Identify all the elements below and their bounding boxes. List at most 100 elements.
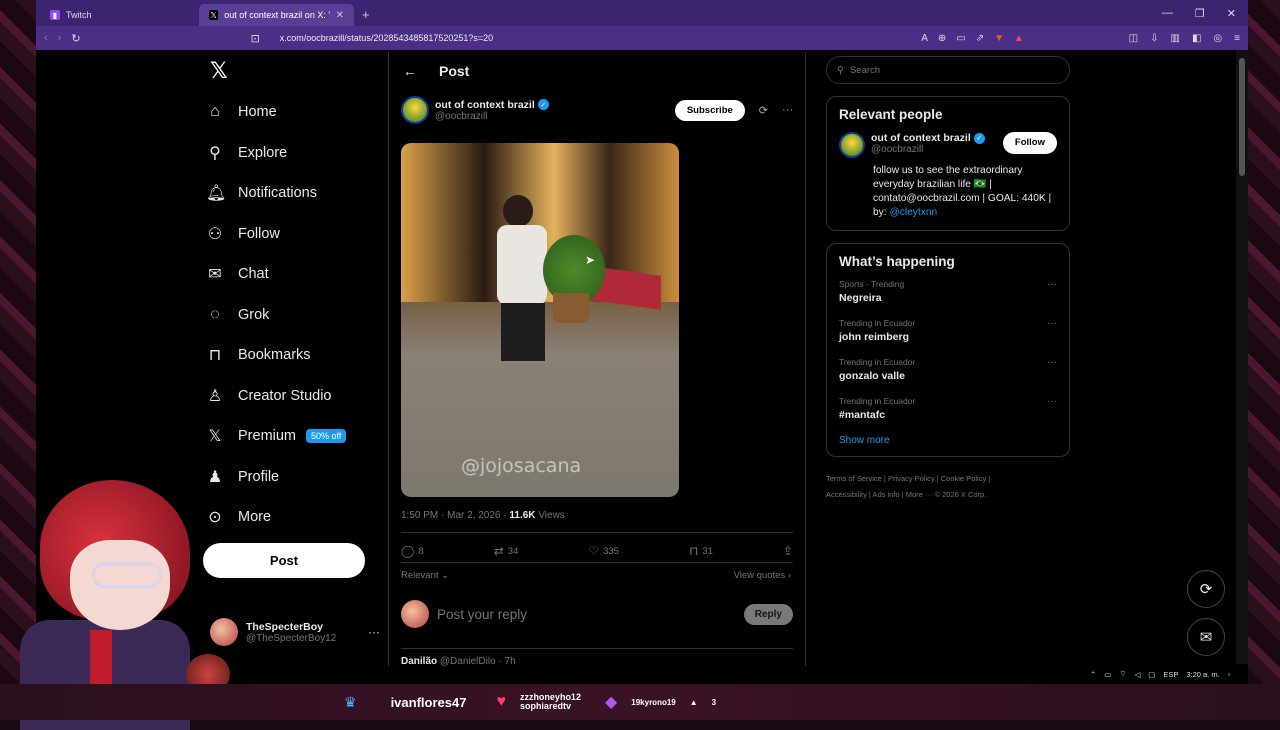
person-name[interactable]: out of context brazil — [871, 132, 971, 144]
creator-icon: ♙ — [206, 386, 224, 406]
vpn-icon[interactable]: ◎ — [1213, 33, 1222, 44]
reload-icon[interactable]: ↻ — [71, 32, 80, 45]
scrollbar-thumb[interactable] — [1239, 58, 1245, 176]
more-horizontal-icon[interactable]: ··· — [1047, 396, 1057, 421]
sidebar-item-notifications[interactable]: 🔔︎Notifications — [206, 173, 386, 214]
reply-preview[interactable]: Danilão @DanielDilo · 7h — [401, 656, 516, 666]
back-icon[interactable]: ‹ — [44, 32, 48, 44]
minimize-icon[interactable]: — — [1162, 7, 1173, 20]
sidebar-item-label: Creator Studio — [238, 388, 332, 404]
tab-x-post[interactable]: 𝕏 out of context brazil on X: "H ✕ — [199, 4, 354, 26]
messages-float-button[interactable]: ✉ — [1187, 618, 1225, 656]
sidebar-item-bookmarks[interactable]: ⊓Bookmarks — [206, 335, 386, 376]
person-avatar[interactable] — [839, 132, 865, 158]
supporter-name: sophiaredtv — [520, 702, 581, 711]
share-action[interactable]: ⇪ — [783, 544, 793, 558]
brave-shield-icon[interactable]: ▼ — [994, 33, 1004, 44]
address-bar[interactable]: x.com/oocbrazill/status/2028543485817520… — [280, 33, 493, 43]
footer-line[interactable]: Accessibility | Ads info | More ··· © 20… — [826, 487, 1070, 503]
repost-action[interactable]: ⇄34 — [494, 544, 519, 558]
sidebar-icon[interactable]: ▥ — [1171, 33, 1180, 44]
page-title: Post — [439, 63, 469, 79]
right-sidebar: ⚲ Search Relevant people out of context … — [826, 56, 1070, 503]
sidebar-item-home[interactable]: ⌂Home — [206, 92, 386, 133]
language-indicator[interactable]: ESP — [1163, 670, 1178, 679]
trend-item[interactable]: Sports · TrendingNegreira··· — [839, 279, 1057, 304]
wallet-icon[interactable]: ◧ — [1192, 33, 1201, 44]
search-input[interactable]: ⚲ Search — [826, 56, 1070, 84]
more-horizontal-icon[interactable]: ··· — [1047, 357, 1057, 382]
chevron-up-icon[interactable]: ⌃ — [1090, 670, 1096, 679]
new-tab-button[interactable]: + — [362, 7, 370, 22]
reply-sort-dropdown[interactable]: Relevant ⌄ — [401, 570, 449, 581]
post-actions: ◯8 ⇄34 ♡335 ⊓31 ⇪ — [401, 544, 793, 558]
display-icon[interactable]: ▢ — [1148, 670, 1155, 679]
more-horizontal-icon[interactable]: ··· — [1047, 318, 1057, 343]
trend-item[interactable]: Trending in Ecuadorjohn reimberg··· — [839, 318, 1057, 343]
forward-icon[interactable]: › — [58, 32, 62, 44]
menu-icon[interactable]: ≡ — [1234, 33, 1240, 44]
x-logo-icon[interactable]: 𝕏 — [210, 58, 234, 82]
reply-button[interactable]: Reply — [744, 604, 793, 625]
more-horizontal-icon[interactable]: ··· — [782, 104, 793, 116]
sidebar-item-label: Grok — [238, 307, 269, 323]
download-icon[interactable]: ⇩ — [1150, 33, 1158, 44]
bookmark-icon: ⊓ — [689, 544, 698, 558]
post-time[interactable]: 1:50 PM · Mar 2, 2026 · — [401, 510, 507, 521]
tab-twitch[interactable]: ▮ Twitch — [40, 4, 195, 26]
share-icon[interactable]: ⇗ — [976, 33, 984, 44]
volume-icon[interactable]: ◁ — [1134, 670, 1140, 679]
follow-button[interactable]: Follow — [1003, 132, 1057, 154]
sort-label: Relevant — [401, 570, 439, 581]
bookmark-action[interactable]: ⊓31 — [689, 544, 713, 558]
close-window-icon[interactable]: ✕ — [1227, 7, 1236, 20]
battery-icon[interactable]: ▭ — [1104, 670, 1111, 679]
show-more-link[interactable]: Show more — [839, 435, 1057, 446]
like-action[interactable]: ♡335 — [588, 544, 619, 558]
sidebar-item-explore[interactable]: ⚲Explore — [206, 133, 386, 174]
post-video[interactable]: @jojosacana ➤ — [401, 143, 679, 497]
comment-icon: ◯ — [401, 544, 414, 558]
back-arrow-icon[interactable]: ← — [403, 63, 417, 79]
bookmark-page-icon[interactable]: ⊡ — [251, 32, 260, 45]
close-tab-icon[interactable]: ✕ — [336, 10, 344, 21]
footer-line[interactable]: Terms of Service | Privacy Policy | Cook… — [826, 471, 1070, 487]
sidebar-item-label: Home — [238, 104, 277, 120]
grok-float-button[interactable]: ⟳ — [1187, 570, 1225, 608]
grok-icon[interactable]: ⟳ — [759, 104, 768, 117]
zoom-icon[interactable]: ⊕ — [938, 33, 946, 44]
reply-action[interactable]: ◯8 — [401, 544, 424, 558]
sidebar-item-premium[interactable]: 𝕏Premium50% off — [206, 416, 386, 457]
clock[interactable]: 3:20 a. m. — [1186, 670, 1219, 679]
sidebar-item-chat[interactable]: ✉Chat — [206, 254, 386, 295]
bio-link[interactable]: @cleytxnn — [889, 207, 937, 218]
reply-input[interactable]: Post your reply — [437, 607, 527, 622]
author-name[interactable]: out of context brazil — [435, 99, 535, 111]
maximize-icon[interactable]: ❐ — [1195, 7, 1205, 20]
extension-icon[interactable]: ◫ — [1129, 33, 1138, 44]
video-frame-person-shirt — [497, 225, 547, 305]
author-handle[interactable]: @oocbrazill — [435, 111, 549, 122]
sidebar-item-grok[interactable]: ◌Grok — [206, 295, 386, 336]
cast-icon[interactable]: ▭ — [956, 33, 965, 44]
trend-item[interactable]: Trending in Ecuadorgonzalo valle··· — [839, 357, 1057, 382]
notification-icon[interactable]: ▫ — [1228, 670, 1231, 679]
translate-icon[interactable]: A — [921, 33, 928, 44]
page-scrollbar[interactable] — [1236, 50, 1248, 664]
view-quotes-link[interactable]: View quotes › — [734, 570, 791, 581]
person-handle[interactable]: @oocbrazill — [871, 144, 985, 155]
author-avatar[interactable] — [401, 96, 429, 124]
trend-item[interactable]: Trending in Ecuador#mantafc··· — [839, 396, 1057, 421]
mail-icon: ✉ — [1200, 628, 1213, 646]
sidebar-item-follow[interactable]: ⚇Follow — [206, 214, 386, 255]
sidebar-item-creator-studio[interactable]: ♙ Creator Studio — [206, 376, 386, 417]
subscribe-button[interactable]: Subscribe — [675, 100, 745, 121]
rewards-icon[interactable]: ▲ — [1014, 33, 1024, 44]
verified-icon: ✓ — [974, 133, 985, 144]
network-icon[interactable]: ⌔ — [1119, 669, 1126, 679]
tab-title: Twitch — [66, 10, 92, 20]
post-meta: 1:50 PM · Mar 2, 2026 · 11.6K Views — [401, 510, 565, 521]
repost-icon: ⇄ — [494, 544, 504, 558]
more-horizontal-icon[interactable]: ··· — [368, 625, 380, 639]
more-horizontal-icon[interactable]: ··· — [1047, 279, 1057, 304]
